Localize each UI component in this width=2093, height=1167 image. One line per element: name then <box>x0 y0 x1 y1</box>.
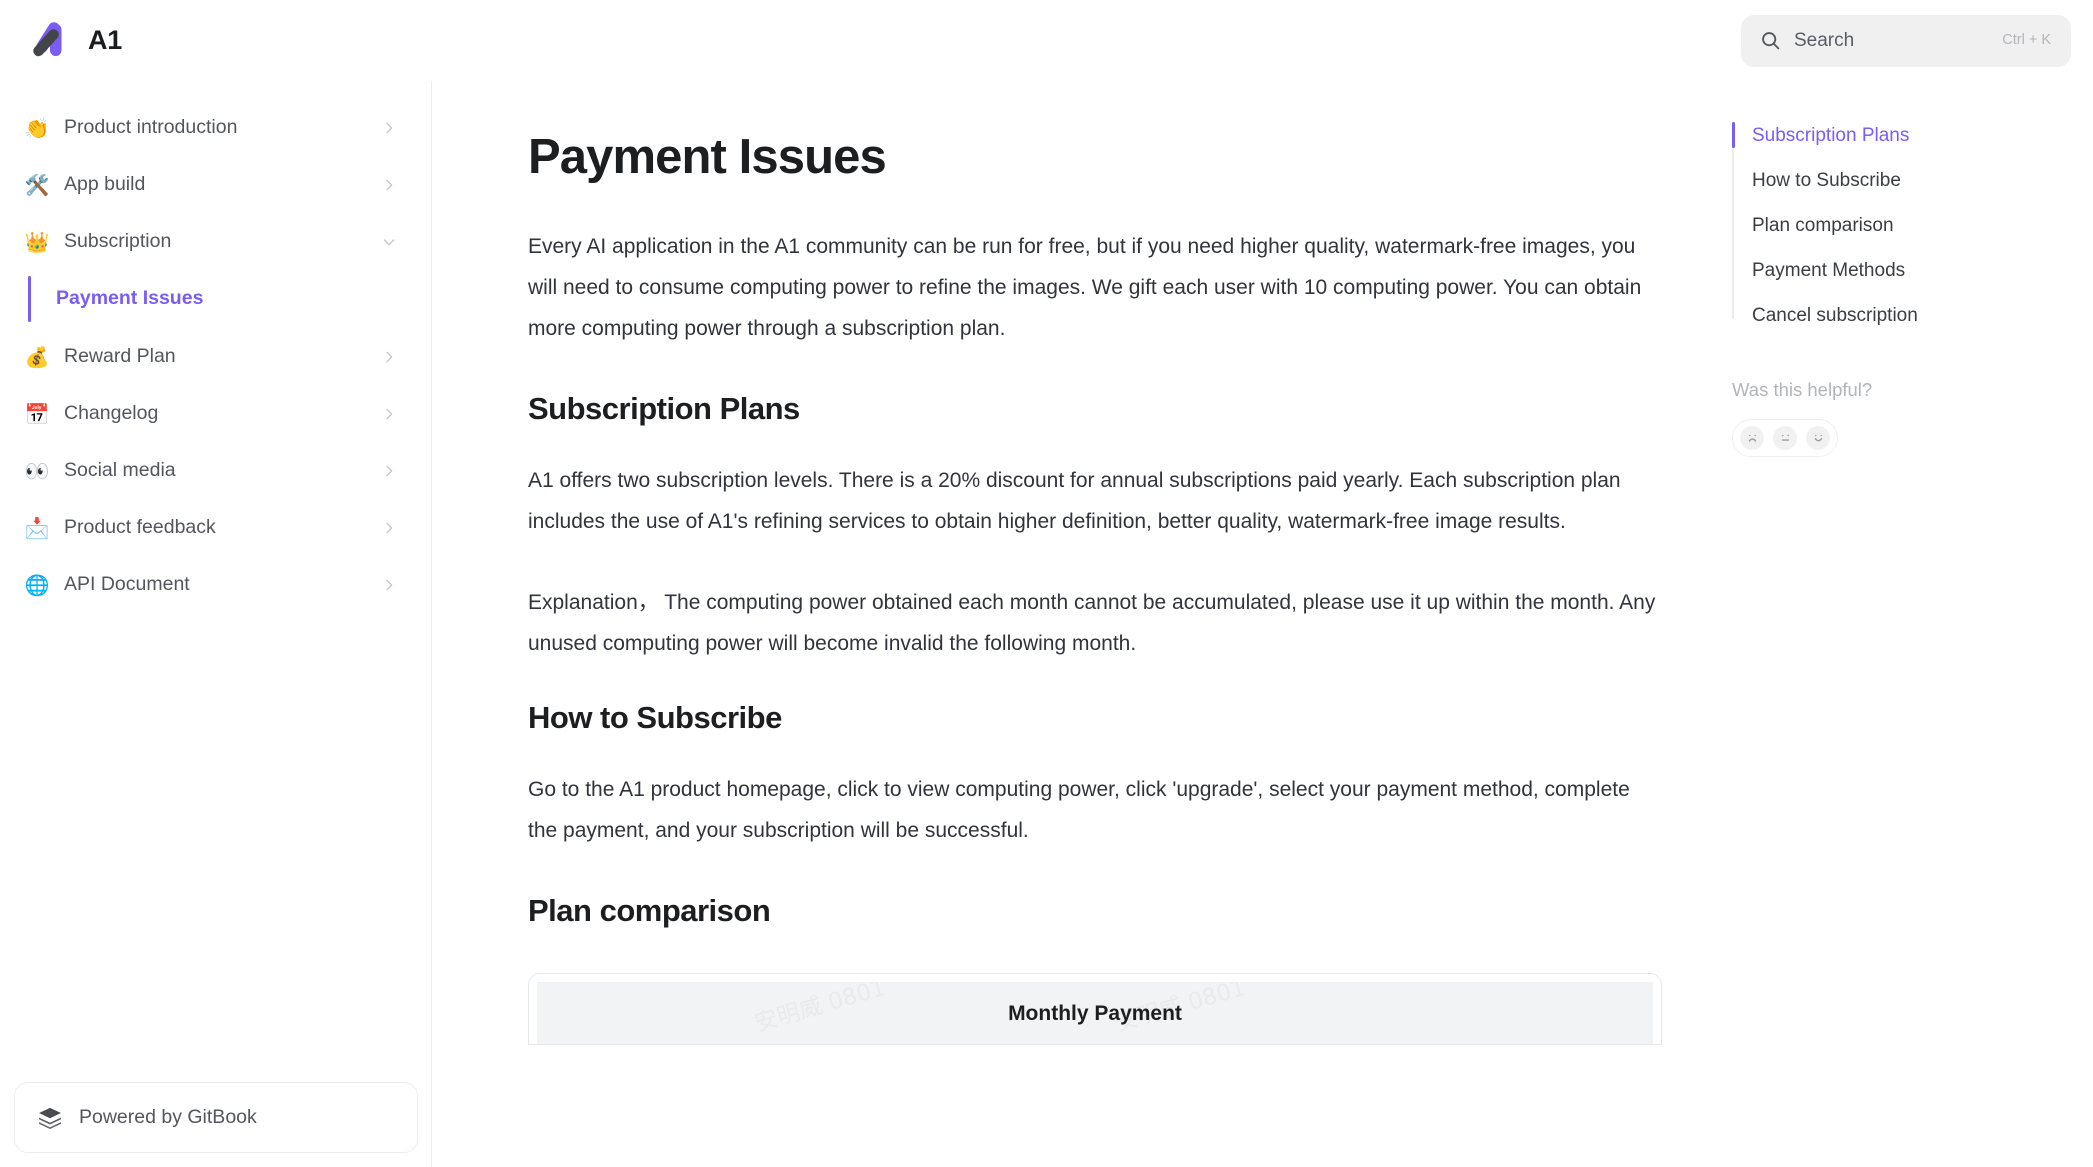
brand-title: A1 <box>88 25 123 55</box>
table-of-contents: Subscription Plans How to Subscribe Plan… <box>1732 81 2093 1167</box>
sidebar-item-label: Social media <box>64 458 176 481</box>
toc-item-plan-comparison[interactable]: Plan comparison <box>1752 216 2069 261</box>
toc-list: Subscription Plans How to Subscribe Plan… <box>1732 122 2069 325</box>
page-title: Payment Issues <box>528 130 887 184</box>
plan-table-header-label: Monthly Payment <box>1008 1001 1182 1025</box>
search-placeholder: Search <box>1794 30 1855 51</box>
chevron-right-icon <box>386 408 393 419</box>
search-input[interactable]: Search Ctrl + K <box>1741 14 2071 67</box>
feedback-widget: Was this helpful? <box>1732 379 2069 457</box>
subscription-plans-paragraph-1: A1 offers two subscription levels. There… <box>528 469 1621 534</box>
sidebar-item-label: API Document <box>64 572 190 595</box>
feedback-rating-group <box>1732 418 1838 457</box>
clapping-hands-icon: 👏 <box>24 115 50 140</box>
toc-item-subscription-plans[interactable]: Subscription Plans <box>1732 122 2069 171</box>
left-sidebar: 👏 Product introduction 🛠️ App build 👑 Su… <box>0 81 432 1167</box>
search-icon <box>1760 30 1781 51</box>
chevron-right-icon <box>386 522 393 533</box>
money-bag-icon: 💰 <box>24 344 50 369</box>
section-heading-subscription-plans: Subscription Plans <box>528 391 800 427</box>
sidebar-item-api-document[interactable]: 🌐 API Document <box>0 556 431 613</box>
sidebar-item-product-introduction[interactable]: 👏 Product introduction <box>0 99 431 156</box>
header-actions: Search Ctrl + K <box>1741 0 2093 81</box>
sidebar-item-app-build[interactable]: 🛠️ App build <box>0 156 431 213</box>
watermark: 安明威 0801 <box>751 982 889 1038</box>
powered-by-gitbook-link[interactable]: Powered by GitBook <box>14 1082 418 1153</box>
sidebar-item-reward-plan[interactable]: 💰 Reward Plan <box>0 328 431 385</box>
sidebar-item-payment-issues[interactable]: Payment Issues <box>0 270 431 328</box>
sidebar-item-label: Product feedback <box>64 515 216 538</box>
sidebar-item-label: App build <box>64 172 146 195</box>
toc-item-how-to-subscribe[interactable]: How to Subscribe <box>1752 171 2069 216</box>
how-to-subscribe-paragraph: Go to the A1 product homepage, click to … <box>528 778 1630 843</box>
sidebar-item-label: Reward Plan <box>64 344 176 367</box>
neutral-face-icon[interactable] <box>1773 425 1797 450</box>
chevron-right-icon <box>386 179 393 190</box>
sidebar-nav-list: 👏 Product introduction 🛠️ App build 👑 Su… <box>0 81 431 613</box>
toc-item-cancel-subscription[interactable]: Cancel subscription <box>1752 306 2069 325</box>
sidebar-item-changelog[interactable]: 📅 Changelog <box>0 385 431 442</box>
sidebar-item-subscription[interactable]: 👑 Subscription <box>0 213 431 270</box>
chevron-down-icon <box>383 238 395 245</box>
main-content: Payment Issues Every AI application in t… <box>432 81 1732 1167</box>
intro-paragraph: Every AI application in the A1 community… <box>528 235 1642 341</box>
envelope-with-arrow-icon: 📩 <box>24 515 50 540</box>
plan-table-inner: 安明威 0801 安明威 0801 Monthly Payment <box>529 974 1661 1045</box>
sidebar-item-product-feedback[interactable]: 📩 Product feedback <box>0 499 431 556</box>
sidebar-item-label: Changelog <box>64 401 159 424</box>
a1-logo-icon <box>28 20 70 62</box>
chevron-right-icon <box>386 579 393 590</box>
active-indicator <box>28 276 31 322</box>
section-heading-plan-comparison: Plan comparison <box>528 893 771 929</box>
feedback-label: Was this helpful? <box>1732 379 1873 400</box>
sidebar-subitem-label: Payment Issues <box>56 287 204 310</box>
toc-item-payment-methods[interactable]: Payment Methods <box>1752 261 2069 306</box>
happy-face-icon[interactable] <box>1806 425 1830 450</box>
search-shortcut-hint: Ctrl + K <box>2002 32 2051 49</box>
chevron-right-icon <box>386 122 393 133</box>
globe-icon: 🌐 <box>24 572 50 597</box>
gitbook-docs-page: A1 Search Ctrl + K 👏 Product introductio… <box>0 0 2093 1167</box>
sidebar-item-social-media[interactable]: 👀 Social media <box>0 442 431 499</box>
top-header: A1 Search Ctrl + K <box>0 0 2093 81</box>
plan-comparison-table: 安明威 0801 安明威 0801 Monthly Payment <box>528 973 1662 1046</box>
sidebar-item-label: Product introduction <box>64 115 238 138</box>
header-brand[interactable]: A1 <box>0 0 432 81</box>
sidebar-item-label: Subscription <box>64 229 172 252</box>
subscription-plans-paragraph-2: Explanation， The computing power obtaine… <box>528 591 1656 656</box>
chevron-right-icon <box>386 465 393 476</box>
powered-by-gitbook-label: Powered by GitBook <box>79 1105 257 1128</box>
sad-face-icon[interactable] <box>1740 425 1764 450</box>
hammer-and-wrench-icon: 🛠️ <box>24 172 50 197</box>
crown-icon: 👑 <box>24 229 50 254</box>
eyes-icon: 👀 <box>24 458 50 483</box>
gitbook-logo-icon <box>37 1105 63 1131</box>
section-heading-how-to-subscribe: How to Subscribe <box>528 700 782 736</box>
plan-table-header-row: 安明威 0801 安明威 0801 Monthly Payment <box>537 982 1653 1045</box>
calendar-icon: 📅 <box>24 401 50 426</box>
chevron-right-icon <box>386 351 393 362</box>
